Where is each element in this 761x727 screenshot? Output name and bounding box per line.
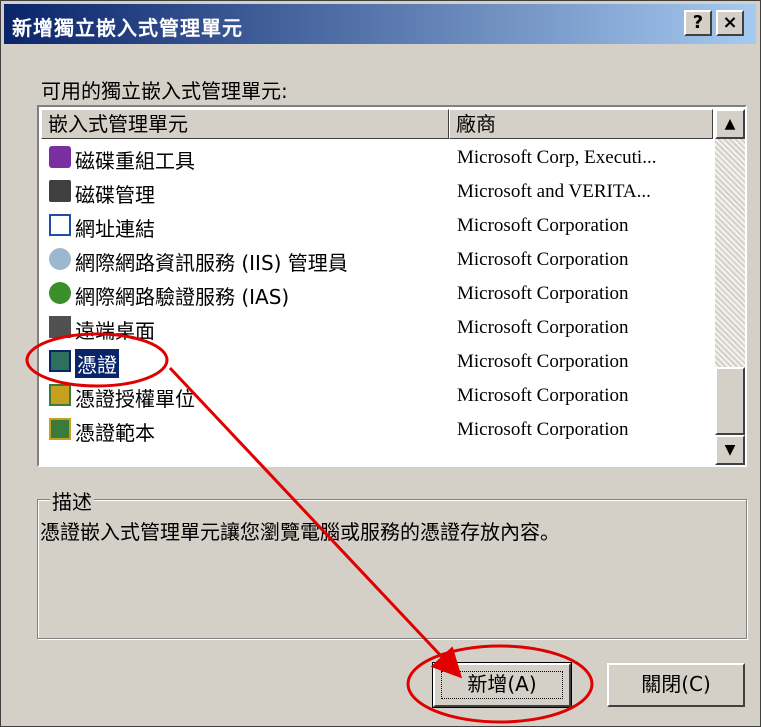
snapin-vendor: Microsoft Corp, Executi...	[457, 147, 657, 168]
iis-icon	[49, 248, 71, 270]
column-header-vendor[interactable]: 廠商	[449, 109, 713, 139]
snapin-vendor: Microsoft Corporation	[457, 419, 629, 440]
defrag-icon	[49, 146, 71, 168]
snapin-name: 磁碟管理	[75, 183, 155, 207]
scroll-thumb[interactable]	[715, 367, 745, 435]
vertical-scrollbar[interactable]: ▲ ▼	[715, 109, 745, 465]
list-item[interactable]: 憑證範本 Microsoft Corporation	[41, 413, 713, 447]
list-item[interactable]: 遠端桌面 Microsoft Corporation	[41, 311, 713, 345]
snapin-vendor: Microsoft and VERITA...	[457, 181, 651, 202]
snapin-name: 憑證授權單位	[75, 387, 195, 411]
snapin-name: 網址連結	[75, 217, 155, 241]
snapin-vendor: Microsoft Corporation	[457, 351, 629, 372]
certificate-authority-icon	[49, 384, 71, 406]
dialog-title: 新增獨立嵌入式管理單元	[12, 16, 243, 40]
focus-rectangle	[441, 671, 563, 699]
description-text: 憑證嵌入式管理單元讓您瀏覽電腦或服務的憑證存放內容。	[40, 520, 560, 544]
disk-management-icon	[49, 180, 71, 202]
snapin-vendor: Microsoft Corporation	[457, 317, 629, 338]
certificates-icon	[49, 350, 71, 372]
snapin-name: 憑證	[75, 349, 119, 378]
snapin-vendor: Microsoft Corporation	[457, 215, 629, 236]
list-item[interactable]: 憑證授權單位 Microsoft Corporation	[41, 379, 713, 413]
remote-desktop-icon	[49, 316, 71, 338]
certificate-templates-icon	[49, 418, 71, 440]
scroll-down-icon[interactable]: ▼	[715, 435, 745, 465]
available-snapins-label: 可用的獨立嵌入式管理單元:	[41, 79, 288, 103]
description-title: 描述	[50, 486, 94, 515]
snapin-name: 憑證範本	[75, 421, 155, 445]
snapin-name: 遠端桌面	[75, 319, 155, 343]
close-button[interactable]: 關閉(C)	[607, 663, 745, 707]
list-item[interactable]: 磁碟重組工具 Microsoft Corp, Executi...	[41, 141, 713, 175]
title-bar[interactable]: 新增獨立嵌入式管理單元 ? ×	[4, 4, 756, 44]
list-item[interactable]: 網址連結 Microsoft Corporation	[41, 209, 713, 243]
close-button-label: 關閉(C)	[641, 672, 711, 696]
snapin-name: 網際網路驗證服務 (IAS)	[75, 285, 290, 309]
list-item[interactable]: 網際網路驗證服務 (IAS) Microsoft Corporation	[41, 277, 713, 311]
column-header-snapin[interactable]: 嵌入式管理單元	[41, 109, 449, 139]
add-snapin-dialog: 新增獨立嵌入式管理單元 ? × 可用的獨立嵌入式管理單元: 嵌入式管理單元 廠商…	[0, 0, 761, 727]
scroll-up-icon[interactable]: ▲	[715, 109, 745, 139]
snapin-list[interactable]: 嵌入式管理單元 廠商 磁碟重組工具 Microsoft Corp, Execut…	[37, 105, 747, 467]
add-button[interactable]: 新增(A)	[432, 662, 572, 708]
snapin-name: 磁碟重組工具	[75, 149, 195, 173]
snapin-vendor: Microsoft Corporation	[457, 283, 629, 304]
snapin-vendor: Microsoft Corporation	[457, 385, 629, 406]
list-item[interactable]: 網際網路資訊服務 (IIS) 管理員 Microsoft Corporation	[41, 243, 713, 277]
snapin-name: 網際網路資訊服務 (IIS) 管理員	[75, 251, 348, 275]
list-item[interactable]: 磁碟管理 Microsoft and VERITA...	[41, 175, 713, 209]
help-button[interactable]: ?	[684, 10, 712, 36]
close-x-button[interactable]: ×	[716, 10, 744, 36]
list-item-selected[interactable]: 憑證 Microsoft Corporation	[41, 345, 713, 379]
link-icon	[49, 214, 71, 236]
snapin-vendor: Microsoft Corporation	[457, 249, 629, 270]
description-group: 描述 憑證嵌入式管理單元讓您瀏覽電腦或服務的憑證存放內容。	[37, 486, 747, 639]
ias-icon	[49, 282, 71, 304]
